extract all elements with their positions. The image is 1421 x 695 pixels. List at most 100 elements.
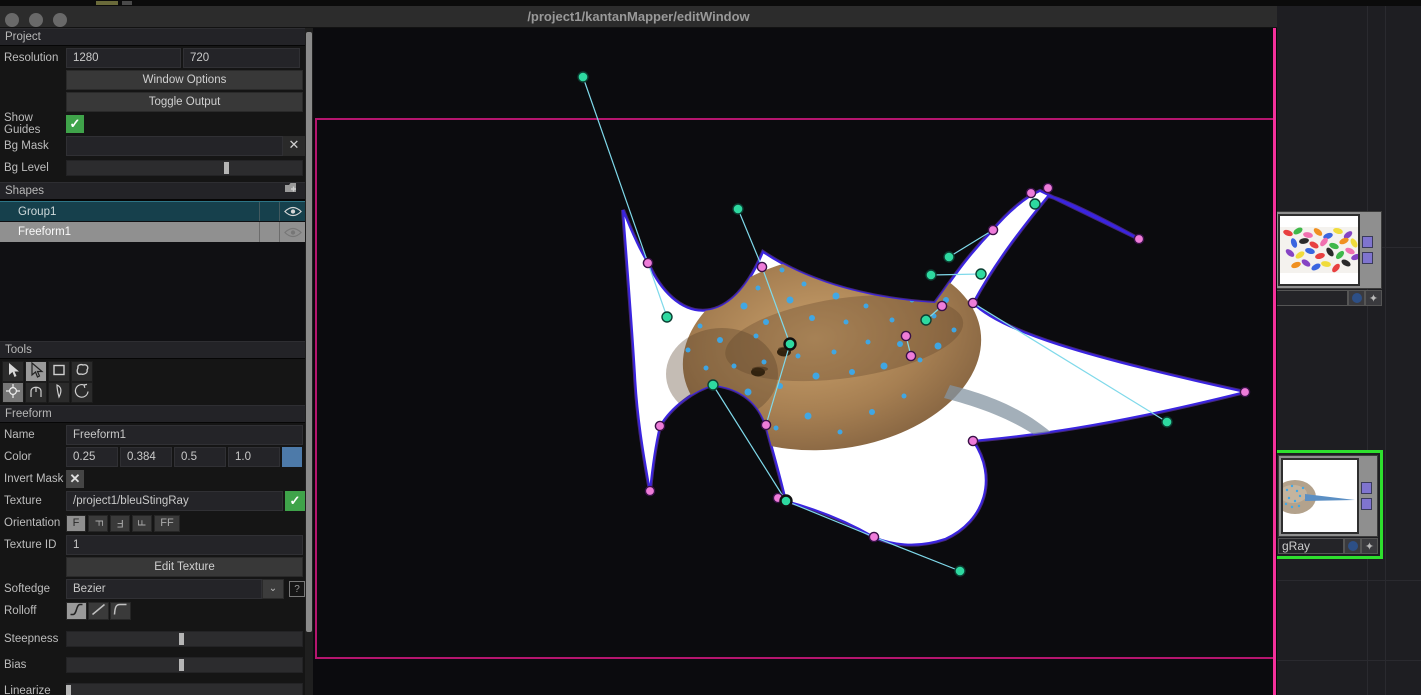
texture-label: Texture [0,495,66,507]
scale-tool-button[interactable] [25,382,47,403]
spark-icon: ✦ [1365,540,1374,553]
tool-grid [0,359,305,405]
texture-id-label: Texture ID [0,539,66,551]
show-guides-checkbox[interactable]: ✓ [66,115,84,133]
color-r-field[interactable]: 0.25 [66,447,118,467]
node-viewer-toggle[interactable] [1344,538,1361,554]
jellybeans-top-node[interactable]: ✦ [1277,211,1382,306]
color-b-field[interactable]: 0.5 [174,447,226,467]
rolloff-linear-button[interactable] [88,602,109,620]
texture-id-field[interactable]: 1 [66,535,303,555]
anchor-point [921,315,931,325]
texture-path-field[interactable]: /project1/bleuStingRay [66,491,283,511]
node-name-field[interactable]: gRay [1278,538,1344,554]
shape-list-item-freeform1[interactable]: Freeform1 [0,222,305,242]
bg-mask-clear-button[interactable]: ✕ [283,136,305,156]
tools-header-label: Tools [5,341,32,359]
anchor-point [578,72,588,82]
direct-select-tool-button[interactable] [25,361,47,382]
node-name-field[interactable] [1277,290,1348,306]
select-tool-button[interactable] [2,361,24,382]
shape-list: Group1 Freeform1 [0,200,305,341]
node-output-connector[interactable] [1361,482,1372,494]
network-editor-background[interactable]: ✦ [1277,6,1421,695]
softedge-label: Softedge [0,583,66,595]
invert-mask-checkbox[interactable]: ✕ [66,470,84,488]
orientation-rot270-button[interactable]: F [132,515,152,532]
window-options-button[interactable]: Window Options [66,70,303,90]
invert-mask-label: Invert Mask [0,473,66,485]
grid-line [1367,6,1368,695]
linearize-slider[interactable] [66,683,303,695]
orientation-normal-button[interactable]: F [66,515,86,532]
steepness-slider[interactable] [66,631,303,647]
node-output-connector[interactable] [1362,252,1373,264]
control-point [968,298,977,307]
bg-level-slider[interactable] [66,160,303,176]
freeform-blob-icon [74,362,90,381]
add-group-icon[interactable] [284,182,299,200]
resolution-width-field[interactable]: 1280 [66,48,181,68]
pen-nib-icon [51,383,67,402]
softedge-help-button[interactable]: ? [289,581,305,597]
rolloff-step-button[interactable] [110,602,131,620]
orientation-label: Orientation [0,517,66,529]
freeform-tool-button[interactable] [71,361,93,382]
bias-slider[interactable] [66,657,303,673]
tools-section-header: Tools [0,341,305,359]
shapes-header-label: Shapes [5,182,44,200]
visibility-eye-icon[interactable] [279,222,305,242]
spark-icon: ✦ [1369,292,1378,305]
control-point [901,331,910,340]
color-swatch[interactable] [282,447,302,467]
softedge-row: Softedge Bezier ⌄ ? [0,579,305,599]
edit-texture-button[interactable]: Edit Texture [66,557,303,577]
shape-item-label: Freeform1 [0,226,259,238]
node-output-connector[interactable] [1361,498,1372,510]
toggle-output-button[interactable]: Toggle Output [66,92,303,112]
move-tool-button[interactable] [2,382,24,403]
bg-mask-field[interactable] [66,136,283,156]
rectangle-tool-button[interactable] [48,361,70,382]
resolution-height-field[interactable]: 720 [183,48,300,68]
freeform-name-field[interactable]: Freeform1 [66,425,303,445]
bg-level-row: Bg Level [0,158,305,178]
texture-confirm-button[interactable]: ✓ [285,491,305,511]
orientation-rot180-button[interactable]: F [110,515,130,532]
pen-tool-button[interactable] [48,382,70,403]
visibility-eye-icon[interactable] [279,202,305,221]
select-arrow-icon [5,362,21,381]
control-point [968,436,977,445]
node-flag-button[interactable]: ✦ [1365,290,1382,306]
viewer-dot-icon [1348,541,1358,551]
color-a-field[interactable]: 1.0 [228,447,280,467]
softedge-dropdown[interactable]: Bezier [66,579,262,599]
shape-item-spacer-cell[interactable] [259,202,279,221]
mapping-canvas[interactable] [313,28,1275,695]
orientation-mirror-button[interactable]: FF [154,515,180,532]
orientation-rot90-button[interactable]: F [88,515,108,532]
chevron-down-icon[interactable]: ⌄ [262,579,284,599]
bezier-handle-line [583,77,648,263]
freeform-shape-editor[interactable] [313,28,1275,695]
bleustingray-top-node-selected[interactable]: gRay ✦ [1277,450,1383,559]
panel-scrollbar[interactable] [305,28,313,695]
control-point [645,486,654,495]
control-point [643,258,652,267]
node-flag-button[interactable]: ✦ [1361,538,1378,554]
shape-item-spacer-cell[interactable] [259,222,279,242]
jellybeans-thumbnail [1278,214,1360,286]
grid-line [1277,580,1421,581]
rolloff-scurve-button[interactable] [66,602,87,620]
anchor-point [662,312,672,322]
rotate-crescent-icon [74,383,90,402]
color-g-field[interactable]: 0.384 [120,447,172,467]
title-bar: /project1/kantanMapper/editWindow [0,6,1277,28]
rotate-tool-button[interactable] [71,382,93,403]
grid-line [1385,6,1386,695]
node-viewer-toggle[interactable] [1348,290,1365,306]
resolution-label: Resolution [0,52,66,64]
orientation-row: Orientation F F F F FF [0,513,305,533]
shape-list-item-group1[interactable]: Group1 [0,201,305,221]
node-output-connector[interactable] [1362,236,1373,248]
